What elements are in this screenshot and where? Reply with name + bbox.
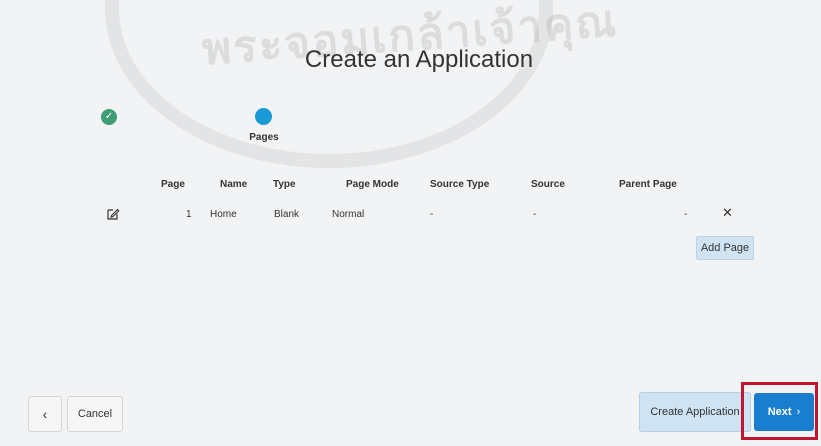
next-button[interactable]: Next › bbox=[754, 393, 814, 431]
page-title: Create an Application bbox=[304, 46, 534, 73]
cell-name: Home bbox=[210, 209, 237, 220]
cell-source: - bbox=[533, 209, 537, 220]
wizard-step-label: Pages bbox=[249, 132, 279, 143]
cell-source-type: - bbox=[430, 209, 434, 220]
create-application-button[interactable]: Create Application bbox=[639, 392, 751, 432]
edit-icon[interactable] bbox=[106, 207, 120, 221]
cancel-button[interactable]: Cancel bbox=[67, 396, 123, 432]
column-header-name: Name bbox=[220, 179, 248, 190]
column-header-page-mode: Page Mode bbox=[346, 179, 399, 190]
column-header-source-type: Source Type bbox=[430, 179, 490, 190]
cell-page-mode: Normal bbox=[332, 209, 365, 220]
cell-page: 1 bbox=[186, 209, 192, 220]
column-header-source: Source bbox=[531, 179, 565, 190]
check-icon: ✓ bbox=[104, 111, 114, 122]
next-label: Next bbox=[767, 406, 792, 418]
wizard-step-current bbox=[255, 108, 272, 125]
cell-type: Blank bbox=[274, 209, 300, 220]
cell-parent-page: - bbox=[684, 209, 688, 220]
add-page-button[interactable]: Add Page bbox=[696, 236, 754, 260]
watermark-ring bbox=[105, 0, 553, 168]
wizard-step-complete: ✓ bbox=[101, 109, 117, 125]
chevron-right-icon: › bbox=[796, 406, 801, 418]
column-header-type: Type bbox=[273, 179, 296, 190]
back-button[interactable]: ‹ bbox=[28, 396, 62, 432]
chevron-left-icon: ‹ bbox=[42, 406, 48, 422]
column-header-page: Page bbox=[161, 179, 185, 190]
close-icon[interactable]: ✕ bbox=[722, 205, 733, 221]
column-header-parent-page: Parent Page bbox=[619, 179, 677, 190]
